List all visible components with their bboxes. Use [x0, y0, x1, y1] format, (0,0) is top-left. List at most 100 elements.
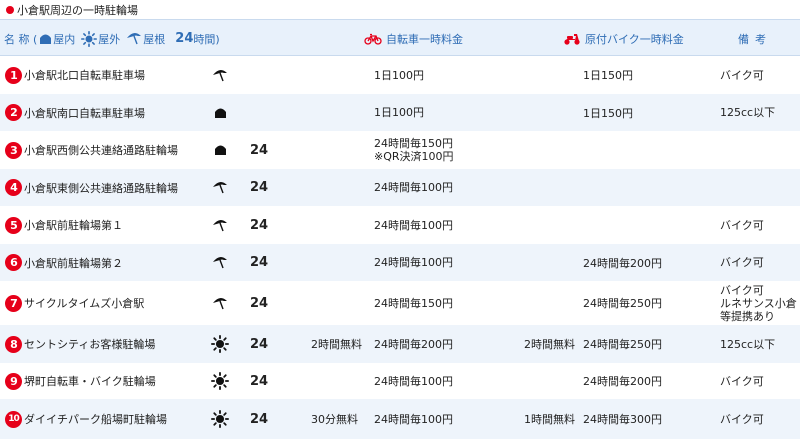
- open-24h-label: 24: [250, 336, 269, 352]
- note-line: バイク可: [720, 256, 764, 269]
- parking-name: 小倉駅南口自転車駐車場: [24, 106, 145, 120]
- legend-indoor-label: 屋内: [53, 32, 76, 46]
- bike-fee-line: 24時間毎100円: [374, 218, 453, 232]
- bike-fee: 24時間毎150円: [374, 281, 453, 325]
- row-number-badge: 9: [5, 363, 22, 399]
- sun-icon: [211, 335, 229, 353]
- table-row: 3 小倉駅西側公共連絡通路駐輪場 24 24時間毎150円 ※QR決済100円: [0, 131, 800, 169]
- notes-cell: バイク可: [720, 206, 764, 244]
- open-24h-label: 24: [250, 217, 269, 233]
- row-number: 5: [5, 216, 22, 234]
- notes-cell: 125cc以下: [720, 325, 775, 363]
- legend-roof: 屋根: [126, 31, 165, 47]
- row-number-badge: 8: [5, 325, 22, 363]
- note-line: バイク可: [720, 283, 764, 297]
- open-24h-label: 24: [250, 295, 269, 311]
- legend-outdoor: 屋外: [81, 30, 121, 47]
- table-row: 2 小倉駅南口自転車駐車場 1日100円 1日150円 125cc以下: [0, 94, 800, 131]
- bike-fee-line: 24時間毎100円: [374, 181, 453, 194]
- table-row: 1 小倉駅北口自転車駐車場 1日100円 1日150円 バイク可: [0, 56, 800, 94]
- open-24h-label: 24: [250, 411, 269, 427]
- parking-type: [210, 325, 230, 363]
- bike-fee: 24時間毎100円: [374, 244, 453, 281]
- open-24h-label: 24: [250, 142, 269, 158]
- moto-free-time: 2時間無料: [524, 338, 575, 351]
- parking-type: [210, 281, 230, 325]
- moto-fee: 24時間毎300円: [583, 413, 662, 426]
- table-row: 6 小倉駅前駐輪場第２ 24 24時間毎100円 24時間毎200円 バイク可: [0, 244, 800, 281]
- bicycle-icon: [364, 33, 382, 45]
- page-title: 小倉駅周辺の一時駐輪場: [6, 2, 138, 18]
- legend-prefix: 名 称 (: [4, 32, 38, 46]
- bike-fee: 1日100円: [374, 94, 424, 131]
- legend-indoor: 屋内: [39, 31, 75, 47]
- parking-type: [210, 244, 230, 281]
- moto-fee: 1日150円: [583, 69, 633, 82]
- note-line: 等提携あり: [720, 309, 775, 323]
- legend: 名 称 ( 屋内 屋外 屋根 24 時間): [4, 20, 220, 57]
- row-number-badge: 1: [5, 56, 22, 94]
- note-line: ルネサンス小倉: [720, 296, 797, 310]
- moto-fee: 24時間毎250円: [583, 297, 662, 310]
- bike-fee: 24時間毎150円 ※QR決済100円: [374, 131, 454, 169]
- note-line: バイク可: [720, 374, 764, 388]
- indoor-icon: [214, 144, 227, 156]
- legend-suffix: 時間): [193, 32, 220, 46]
- row-number: 9: [5, 372, 22, 390]
- table-row: 7 サイクルタイムズ小倉駅 24 24時間毎150円 24時間毎250円 バイク可 ルネサン…: [0, 281, 800, 325]
- row-number-badge: 4: [5, 169, 22, 206]
- parking-name: セントシティお客様駐輪場: [24, 338, 156, 351]
- parking-type: [210, 206, 230, 244]
- bike-fee: 24時間毎100円: [374, 206, 453, 244]
- indoor-icon: [40, 34, 52, 44]
- roof-icon: [212, 68, 228, 83]
- legend-24-number: 24: [175, 31, 194, 46]
- roof-icon: [212, 255, 228, 270]
- parking-name: 小倉駅北口自転車駐車場: [24, 69, 145, 82]
- sun-icon: [211, 410, 229, 428]
- parking-name: 小倉駅前駐輪場第１: [24, 219, 123, 232]
- sun-icon: [81, 30, 98, 47]
- parking-type: [210, 131, 230, 169]
- parking-name: 小倉駅東側公共連絡通路駐輪場: [24, 181, 178, 195]
- legend-outdoor-label: 屋外: [98, 32, 121, 46]
- parking-name: 堺町自転車・バイク駐輪場: [24, 375, 156, 388]
- row-number: 4: [5, 179, 22, 196]
- note-line: バイク可: [720, 218, 764, 232]
- bike-fee: 24時間毎100円: [374, 399, 453, 439]
- roof-icon: [212, 180, 228, 195]
- notes-cell: バイク可: [720, 399, 764, 439]
- open-24h-label: 24: [250, 255, 269, 270]
- row-number: 8: [5, 335, 22, 353]
- moto-free-time: 1時間無料: [524, 413, 575, 426]
- row-number: 1: [5, 66, 22, 84]
- row-number-badge: 2: [5, 94, 22, 131]
- bike-free-time: 30分無料: [311, 413, 358, 426]
- indoor-icon: [214, 107, 227, 119]
- bike-fee-line: ※QR決済100円: [374, 150, 454, 163]
- open-24h-label: 24: [250, 180, 269, 195]
- header-bike-fee-label: 自転車一時料金: [386, 32, 463, 46]
- bike-fee-line: 24時間毎100円: [374, 412, 453, 426]
- bike-fee-line: 24時間毎100円: [374, 256, 453, 269]
- row-number: 6: [5, 254, 22, 271]
- header-notes: 備考: [738, 32, 772, 46]
- header-bike-fee: 自転車一時料金: [364, 20, 463, 57]
- moto-fee: 24時間毎200円: [583, 256, 662, 270]
- notes-cell: 125cc以下: [720, 94, 775, 131]
- bike-fee: 24時間毎200円: [374, 325, 453, 363]
- bike-free-time: 2時間無料: [311, 338, 362, 351]
- moto-fee: 24時間毎200円: [583, 375, 662, 388]
- note-line: 125cc以下: [720, 337, 776, 351]
- parking-name: ダイイチパーク船場町駐輪場: [24, 413, 167, 426]
- row-number: 10: [5, 410, 22, 428]
- bike-fee-line: 1日100円: [374, 68, 424, 82]
- parking-type: [210, 399, 230, 439]
- parking-type: [210, 363, 230, 399]
- row-number-badge: 7: [5, 281, 22, 325]
- notes-cell: バイク可: [720, 244, 764, 281]
- sun-icon: [211, 372, 229, 390]
- bike-fee-line: 1日100円: [374, 106, 424, 119]
- bike-fee: 24時間毎100円: [374, 363, 453, 399]
- moto-fee: 24時間毎250円: [583, 338, 662, 351]
